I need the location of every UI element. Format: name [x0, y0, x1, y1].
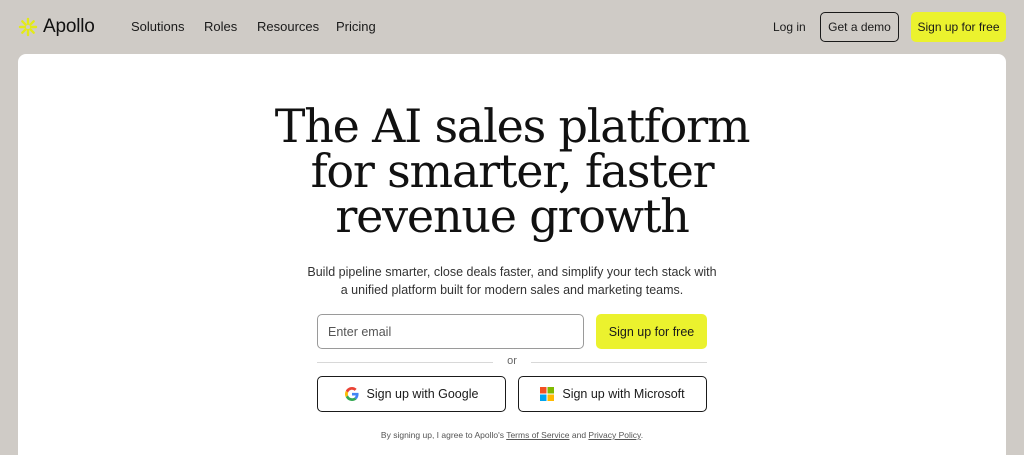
- subtext-line-2: a unified platform built for modern sale…: [340, 283, 684, 297]
- legal-prefix: By signing up, I agree to Apollo's: [380, 430, 507, 440]
- divider-right: [531, 362, 707, 363]
- subtext-line-1: Build pipeline smarter, close deals fast…: [307, 265, 717, 279]
- legal-and: and: [569, 430, 589, 440]
- top-navigation: Apollo Solutions Roles Resources Pricing…: [0, 0, 1024, 54]
- nav-resources[interactable]: Resources: [257, 19, 319, 34]
- terms-of-service-link[interactable]: Terms of Service: [506, 430, 569, 440]
- nav-roles[interactable]: Roles: [204, 19, 237, 34]
- nav-signup-button[interactable]: Sign up for free: [911, 12, 1006, 42]
- headline-line-3: revenue growth: [335, 189, 690, 243]
- headline-line-1: The AI sales platform: [274, 99, 751, 153]
- privacy-policy-link[interactable]: Privacy Policy: [588, 430, 640, 440]
- sunburst-icon: [18, 17, 38, 37]
- microsoft-icon: [540, 387, 555, 401]
- divider-left: [317, 362, 493, 363]
- nav-solutions[interactable]: Solutions: [131, 19, 184, 34]
- legal-suffix: .: [640, 430, 644, 440]
- hero-subtext: Build pipeline smarter, close deals fast…: [0, 263, 1024, 299]
- apollo-logo[interactable]: Apollo: [18, 14, 95, 40]
- google-icon: [344, 387, 359, 401]
- microsoft-signup-button[interactable]: Sign up with Microsoft: [518, 376, 707, 412]
- google-signup-button[interactable]: Sign up with Google: [317, 376, 506, 412]
- email-input[interactable]: [317, 314, 584, 349]
- or-separator: or: [507, 355, 517, 367]
- legal-notice: By signing up, I agree to Apollo's Terms…: [0, 430, 1024, 440]
- microsoft-button-label: Sign up with Microsoft: [562, 387, 685, 401]
- google-button-label: Sign up with Google: [366, 387, 479, 401]
- get-demo-button[interactable]: Get a demo: [820, 12, 899, 42]
- nav-pricing[interactable]: Pricing: [336, 19, 376, 34]
- hero-headline: The AI sales platform for smarter, faste…: [0, 99, 1024, 243]
- login-link[interactable]: Log in: [773, 20, 806, 34]
- brand-name: Apollo: [43, 16, 95, 37]
- hero-signup-button[interactable]: Sign up for free: [596, 314, 707, 349]
- headline-line-2: for smarter, faster: [310, 144, 715, 198]
